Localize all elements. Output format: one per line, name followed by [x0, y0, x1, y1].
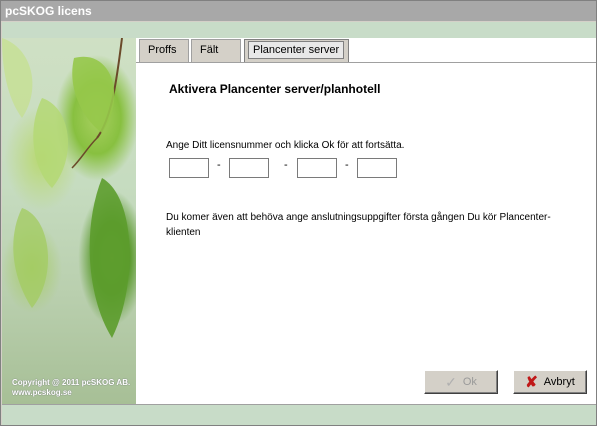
field-separator: - [284, 159, 288, 171]
birch-leaves-illustration [2, 38, 130, 338]
field-separator: - [345, 159, 349, 171]
license-field-4[interactable] [357, 158, 397, 178]
license-field-1[interactable] [169, 158, 209, 178]
window-title: pcSKOG licens [1, 1, 596, 21]
tab-proffs[interactable]: Proffs [139, 39, 189, 62]
connection-note: Du komer även att behöva ange anslutning… [166, 212, 551, 238]
tab-divider [136, 62, 596, 63]
tab-bar: Proffs Fält Plancenter server [136, 38, 596, 63]
license-field-2[interactable] [229, 158, 269, 178]
tab-falt[interactable]: Fält [191, 39, 241, 62]
tab-label: Proffs [148, 44, 177, 56]
copyright-text: Copyright @ 2011 pcSKOG AB. www.pcskog.s… [12, 378, 130, 398]
page-title: Aktivera Plancenter server/planhotell [169, 82, 381, 96]
tab-label: Fält [200, 44, 219, 56]
cancel-label: Avbryt [543, 376, 575, 388]
cancel-button[interactable]: ✘ Avbryt [513, 370, 587, 394]
ok-label: Ok [462, 376, 477, 388]
copyright-line: Copyright @ 2011 pcSKOG AB. [12, 378, 131, 387]
ok-button[interactable]: ✓ Ok [424, 370, 498, 394]
instruction-text: Ange Ditt licensnummer och klicka Ok för… [166, 140, 405, 151]
main-panel: Proffs Fält Plancenter server Aktivera P… [136, 38, 596, 404]
top-strip [2, 22, 596, 38]
tab-label: Plancenter server [248, 41, 345, 59]
x-icon: ✘ [525, 374, 538, 391]
status-bar [2, 404, 596, 425]
website-line: www.pcskog.se [12, 388, 72, 397]
tab-plancenter-server[interactable]: Plancenter server [244, 39, 349, 62]
side-image: Copyright @ 2011 pcSKOG AB. www.pcskog.s… [2, 38, 136, 404]
check-icon: ✓ [445, 373, 457, 390]
license-field-3[interactable] [297, 158, 337, 178]
license-dialog: pcSKOG licens Copyright @ 2011 pcSKOG AB… [0, 0, 597, 426]
field-separator: - [217, 159, 221, 171]
